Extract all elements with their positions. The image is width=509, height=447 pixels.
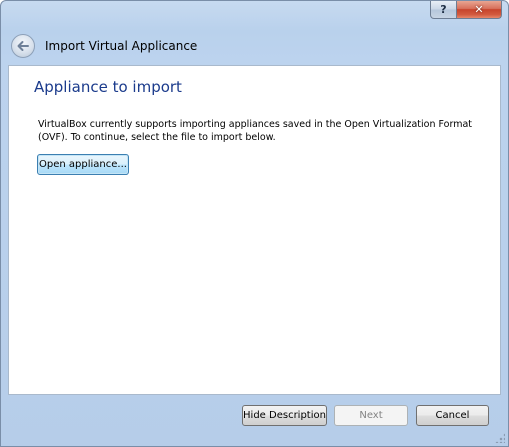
- wizard-window: ? ✕ Import Virtual Applicance Appliance …: [0, 0, 509, 447]
- close-button[interactable]: ✕: [457, 1, 502, 19]
- help-button[interactable]: ?: [430, 1, 457, 19]
- wizard-title: Import Virtual Applicance: [45, 39, 198, 53]
- wizard-page: Appliance to import VirtualBox currently…: [8, 65, 501, 395]
- cancel-button[interactable]: Cancel: [416, 405, 489, 426]
- close-icon: ✕: [474, 3, 484, 16]
- back-button[interactable]: [11, 34, 35, 58]
- wizard-header: Import Virtual Applicance: [8, 27, 501, 65]
- caption-buttons: ? ✕: [430, 1, 502, 20]
- open-appliance-button[interactable]: Open appliance...: [37, 154, 129, 175]
- hide-description-button[interactable]: Hide Description: [242, 405, 327, 426]
- wizard-footer: Hide Description Next Cancel: [1, 395, 508, 446]
- page-title: Appliance to import: [34, 78, 182, 96]
- back-arrow-icon: [17, 41, 29, 51]
- help-icon: ?: [440, 3, 447, 16]
- next-button[interactable]: Next: [334, 405, 408, 426]
- page-description: VirtualBox currently supports importing …: [38, 119, 472, 143]
